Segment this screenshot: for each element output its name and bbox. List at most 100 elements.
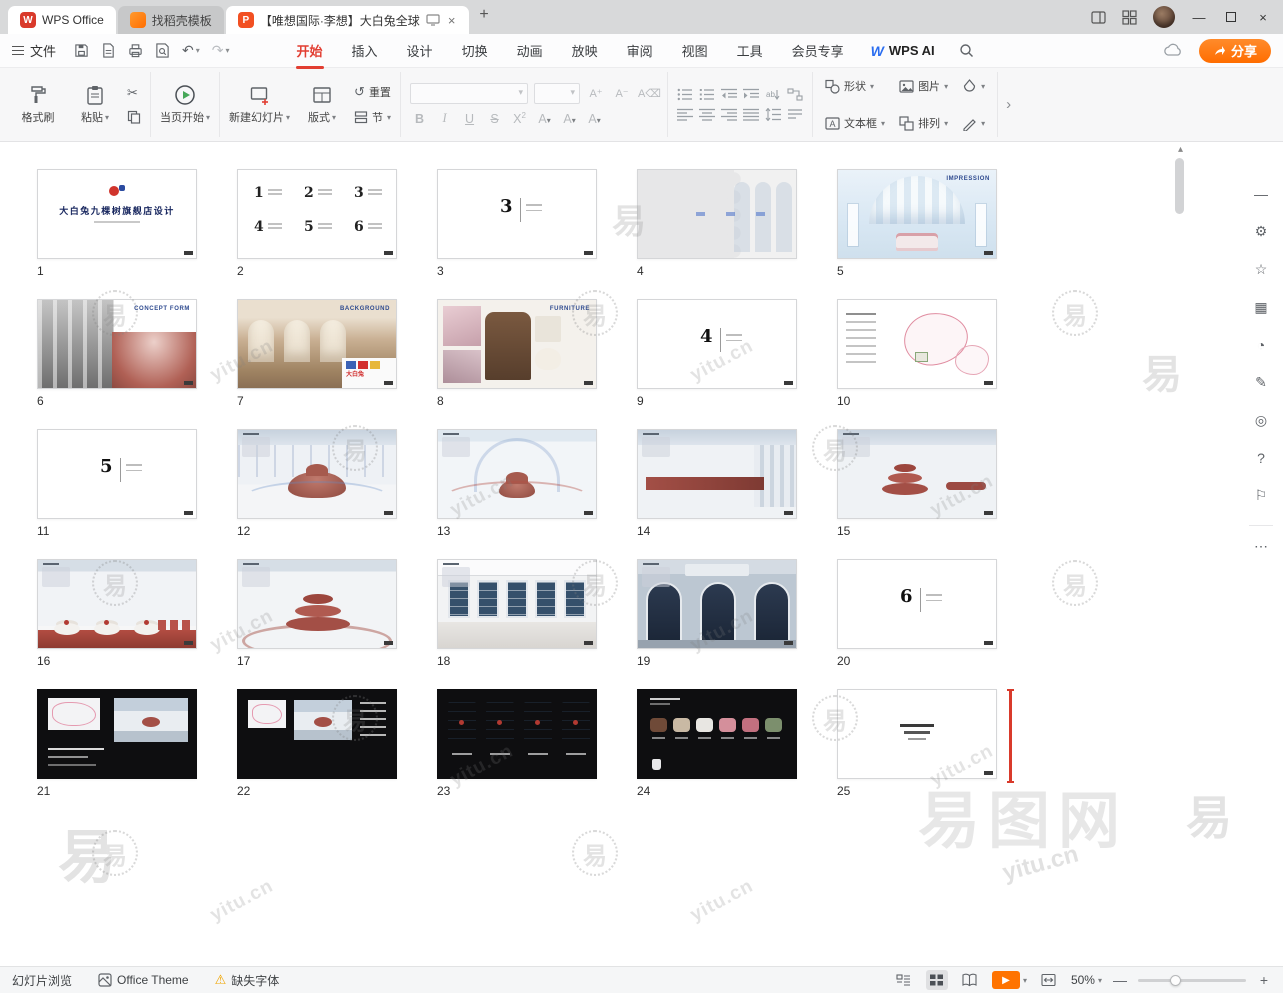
- slide-thumbnail-14[interactable]: 14: [637, 429, 837, 559]
- slide-thumbnail-15[interactable]: 15: [837, 429, 1037, 559]
- zoom-out-button[interactable]: —: [1113, 972, 1127, 988]
- print-icon[interactable]: [128, 43, 143, 58]
- chart-icon[interactable]: ◔: [1251, 337, 1271, 353]
- slide-8-preview[interactable]: FURNITURE: [437, 299, 597, 389]
- scroll-up-icon[interactable]: ▴: [1178, 144, 1183, 155]
- vertical-scrollbar[interactable]: [1175, 156, 1184, 960]
- bullet-list-icon[interactable]: [677, 88, 693, 101]
- tab-current-document[interactable]: P 【唯想国际·李想】大白兔全球 ×: [226, 6, 470, 34]
- picture-button[interactable]: 图片▾: [899, 78, 948, 94]
- slide-7-preview[interactable]: 大白兔BACKGROUND: [237, 299, 397, 389]
- increase-indent-icon[interactable]: [743, 88, 759, 101]
- text-effects-button[interactable]: A▾: [585, 112, 604, 126]
- slide-17-preview[interactable]: [237, 559, 397, 649]
- close-tab-icon[interactable]: ×: [446, 13, 458, 28]
- slide-thumbnail-9[interactable]: 49: [637, 299, 837, 429]
- underline-button[interactable]: U: [460, 112, 479, 126]
- save-icon[interactable]: [74, 43, 89, 58]
- section-button[interactable]: 节▾: [354, 109, 391, 125]
- bold-button[interactable]: B: [410, 112, 429, 126]
- undo-button[interactable]: ↶▾: [182, 42, 200, 59]
- slide-21-preview[interactable]: [37, 689, 197, 779]
- theme-button[interactable]: Office Theme: [98, 973, 189, 987]
- slide-22-preview[interactable]: [237, 689, 397, 779]
- slide-6-preview[interactable]: CONCEPT FORM: [37, 299, 197, 389]
- slide-thumbnail-19[interactable]: 19: [637, 559, 837, 689]
- slide-thumbnail-18[interactable]: 18: [437, 559, 637, 689]
- tab-review[interactable]: 审阅: [626, 41, 654, 60]
- clear-format-icon[interactable]: A⌫: [638, 87, 658, 100]
- slide-sorter-view-button[interactable]: [926, 970, 948, 990]
- search-icon[interactable]: [959, 43, 974, 58]
- scrollbar-thumb[interactable]: [1175, 158, 1184, 214]
- zoom-slider[interactable]: [1138, 973, 1246, 987]
- flag-icon[interactable]: ⚐: [1251, 487, 1271, 504]
- align-left-icon[interactable]: [677, 108, 693, 121]
- flowchart-icon[interactable]: ▦: [1251, 299, 1271, 316]
- reset-slide-button[interactable]: ↺重置: [354, 84, 391, 100]
- slide-thumbnail-4[interactable]: 4: [637, 169, 837, 299]
- split-screen-icon[interactable]: [1091, 10, 1106, 25]
- missing-fonts-button[interactable]: ⚠ 缺失字体: [215, 972, 280, 989]
- slide-1-preview[interactable]: 大白兔九棵树旗舰店设计: [37, 169, 197, 259]
- favorites-icon[interactable]: ☆: [1251, 261, 1271, 278]
- export-pdf-icon[interactable]: [101, 43, 116, 58]
- font-color-button[interactable]: A▾: [535, 112, 554, 126]
- slide-18-preview[interactable]: [437, 559, 597, 649]
- more-tools-icon[interactable]: ⋯: [1249, 525, 1273, 555]
- format-painter-button[interactable]: 格式刷: [13, 84, 63, 125]
- arrange-button[interactable]: 排列▾: [899, 115, 948, 131]
- slide-thumbnail-24[interactable]: 24: [637, 689, 837, 819]
- slide-14-preview[interactable]: [637, 429, 797, 519]
- slide-9-preview[interactable]: 4: [637, 299, 797, 389]
- decrease-indent-icon[interactable]: [721, 88, 737, 101]
- reading-view-button[interactable]: [959, 970, 981, 990]
- slide-2-preview[interactable]: 123456: [237, 169, 397, 259]
- justify-icon[interactable]: [743, 108, 759, 121]
- slide-thumbnail-6[interactable]: CONCEPT FORM6: [37, 299, 237, 429]
- tab-member[interactable]: 会员专享: [791, 41, 845, 60]
- slide-thumbnail-2[interactable]: 1234562: [237, 169, 437, 299]
- fit-to-window-button[interactable]: [1038, 970, 1060, 990]
- share-button[interactable]: 分享: [1199, 39, 1271, 63]
- start-from-current-page-button[interactable]: 当页开始▾: [160, 84, 210, 125]
- user-avatar[interactable]: [1153, 6, 1175, 28]
- slide-thumbnail-3[interactable]: 33: [437, 169, 637, 299]
- zoom-level-dropdown[interactable]: 50%▾: [1071, 973, 1102, 987]
- minimize-button[interactable]: —: [1191, 10, 1207, 25]
- font-family-select[interactable]: [410, 83, 528, 104]
- tab-insert[interactable]: 插入: [351, 41, 379, 60]
- text-direction-icon[interactable]: ab: [765, 88, 781, 101]
- slide-thumbnail-25[interactable]: 25: [837, 689, 1037, 819]
- slide-thumbnail-8[interactable]: FURNITURE8: [437, 299, 637, 429]
- tab-tools[interactable]: 工具: [736, 41, 764, 60]
- close-window-button[interactable]: ×: [1255, 10, 1271, 25]
- settings-icon[interactable]: ⚙: [1251, 223, 1271, 240]
- shapes-button[interactable]: 形状▾: [825, 78, 885, 94]
- strikethrough-button[interactable]: S: [485, 112, 504, 126]
- slide-3-preview[interactable]: 3: [437, 169, 597, 259]
- font-size-select[interactable]: [534, 83, 580, 104]
- tab-docer-template[interactable]: 找稻壳模板: [118, 6, 224, 34]
- cut-button[interactable]: ✂: [127, 85, 138, 101]
- slide-13-preview[interactable]: [437, 429, 597, 519]
- help-icon[interactable]: ?: [1251, 450, 1271, 466]
- increase-font-icon[interactable]: A⁺: [586, 87, 606, 100]
- italic-button[interactable]: I: [435, 111, 454, 126]
- superscript-button[interactable]: X2: [510, 111, 529, 126]
- tab-wps-home[interactable]: W WPS Office: [8, 6, 116, 34]
- slide-thumbnail-10[interactable]: 10: [837, 299, 1037, 429]
- slide-11-preview[interactable]: 5: [37, 429, 197, 519]
- file-menu-button[interactable]: 文件: [12, 41, 56, 60]
- slide-thumbnail-7[interactable]: 大白兔BACKGROUND7: [237, 299, 437, 429]
- slide-thumbnail-1[interactable]: 大白兔九棵树旗舰店设计1: [37, 169, 237, 299]
- tab-view[interactable]: 视图: [681, 41, 709, 60]
- normal-view-button[interactable]: [893, 970, 915, 990]
- redo-button[interactable]: ↷▾: [212, 42, 230, 59]
- slide-thumbnail-17[interactable]: 17: [237, 559, 437, 689]
- copy-button[interactable]: [127, 110, 141, 124]
- tab-animation[interactable]: 动画: [516, 41, 544, 60]
- target-icon[interactable]: ◎: [1251, 412, 1271, 429]
- apps-grid-icon[interactable]: [1122, 10, 1137, 25]
- tab-home[interactable]: 开始: [296, 41, 324, 60]
